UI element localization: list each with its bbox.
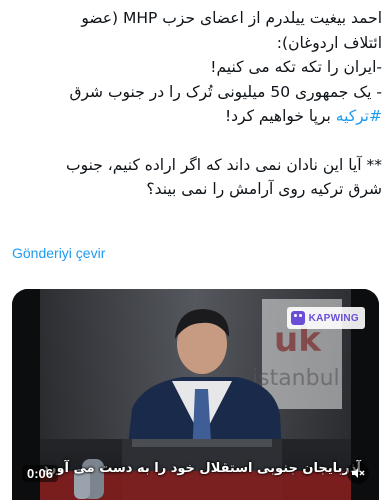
tweet-line: احمد بیغیت ییلدرم از اعضای حزب MHP (عضو [81,9,382,27]
video-timestamp: 0:06 [22,465,59,482]
hashtag-link[interactable]: #ترکیه [336,107,382,125]
speaker-muted-icon [352,468,365,478]
video-subtitle: آذربایجان جنوبی استقلال خود را به دست می… [42,461,361,476]
tweet-question-line: شرق ترکیه روی آرامش را نمی بیند؟ [146,180,382,198]
tweet-line: برپا خواهیم کرد! [224,107,331,125]
kapwing-logo-icon [290,311,305,325]
tweet-line: -ایران را تکه تکه می کنیم! [210,58,382,76]
kapwing-watermark: KAPWING [286,307,365,329]
mute-button[interactable] [347,462,369,484]
tweet-text: احمد بیغیت ییلدرم از اعضای حزب MHP (عضو … [10,6,382,202]
tweet-line-with-hashtag: #ترکیه برپا خواهیم کرد! [10,104,382,129]
translate-post-link[interactable]: Gönderiyi çevir [12,245,105,261]
tweet-question-line: ** آیا این نادان نمی داند که اگر اراده ک… [66,155,382,174]
tweet-line: ائتلاف اردوغان): [276,33,382,52]
svg-text:istanbul: istanbul [252,366,340,391]
tweet-line: - یک جمهوری 50 میلیونی تُرک را در جنوب ش… [69,82,382,101]
video-player[interactable]: uk istanbul KAPWING آذربایجان جنوبی استق… [12,289,379,500]
watermark-text: KAPWING [308,312,359,324]
